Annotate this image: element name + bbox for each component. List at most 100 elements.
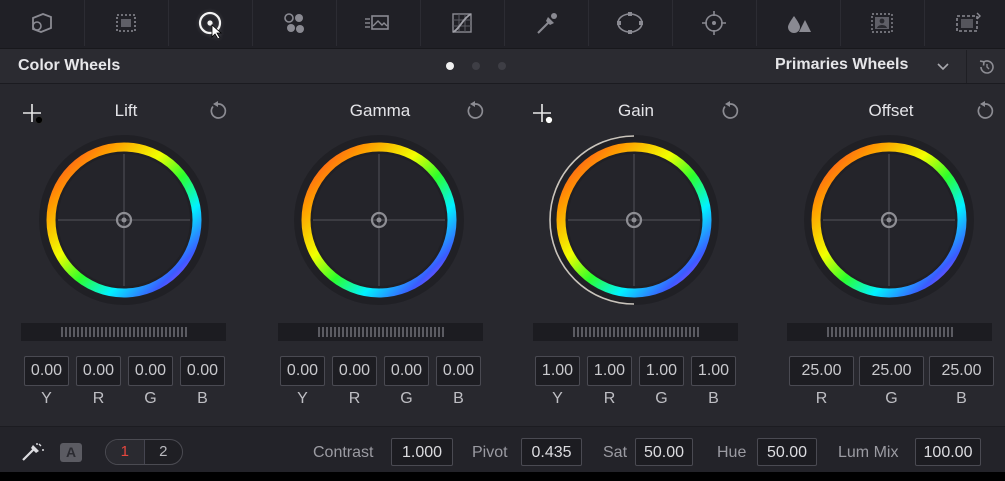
gamma-color-wheel[interactable] <box>293 134 465 306</box>
contrast-field[interactable]: 1.000 <box>391 438 453 466</box>
contrast-label: Contrast <box>313 444 374 461</box>
reset-icon[interactable] <box>974 100 996 122</box>
mode-dropdown[interactable]: Primaries Wheels <box>775 56 908 74</box>
caption-strip <box>0 472 1005 481</box>
gain-y-value[interactable]: 1.00 <box>535 356 580 386</box>
gamma-master-slider[interactable] <box>278 323 483 341</box>
blur-tool[interactable] <box>756 0 841 46</box>
qualifier-icon <box>537 13 557 34</box>
offset-r-value[interactable]: 25.00 <box>789 356 854 386</box>
lum-mix-label: Lum Mix <box>838 444 899 461</box>
channel-label: G <box>400 390 413 407</box>
palette-toolbar <box>0 0 1005 49</box>
tracker-icon <box>702 11 726 35</box>
color-match-icon <box>116 14 136 32</box>
lift-color-wheel[interactable] <box>38 134 210 306</box>
panel-header: Color Wheels Primaries Wheels <box>0 49 1005 84</box>
offset-wheel-group: Offset 25.00 25.00 25.00 R G B <box>765 84 1005 425</box>
gamma-y-value[interactable]: 0.00 <box>280 356 325 386</box>
color-wheels-tool[interactable] <box>168 0 253 46</box>
wheel-title-offset: Offset <box>868 101 914 120</box>
page-dot-2[interactable] <box>472 62 480 70</box>
window-icon <box>617 12 643 34</box>
reset-icon[interactable] <box>464 100 486 122</box>
color-wheels-icon <box>198 11 223 38</box>
gamma-wheel-group: Gamma 0.00 0.00 0.00 0.00 Y R G B <box>254 84 506 425</box>
channel-label: R <box>815 390 828 407</box>
channel-label: B <box>956 390 967 407</box>
reset-history-icon <box>979 59 994 74</box>
reset-all-button[interactable] <box>966 50 1005 83</box>
channel-label: B <box>708 390 719 407</box>
adjustment-page-toggle: 1 2 <box>105 439 183 465</box>
gamma-b-value[interactable]: 0.00 <box>436 356 481 386</box>
page-dots <box>446 62 506 70</box>
sizing-tool[interactable] <box>924 0 1005 46</box>
channel-label: Y <box>41 390 52 407</box>
channel-label: G <box>655 390 668 407</box>
curves-tool[interactable] <box>420 0 505 46</box>
key-icon <box>871 13 893 33</box>
rgb-mixer-icon <box>284 13 304 33</box>
channel-label: Y <box>297 390 308 407</box>
camera-raw-tool[interactable] <box>0 0 85 46</box>
reset-icon[interactable] <box>207 100 229 122</box>
channel-label: B <box>453 390 464 407</box>
gamma-r-value[interactable]: 0.00 <box>332 356 377 386</box>
adjustment-bar: A 1 2 Contrast 1.000 Pivot 0.435 Sat 50.… <box>0 426 1005 473</box>
camera-raw-icon <box>32 13 52 33</box>
sat-label: Sat <box>603 444 628 461</box>
pivot-field[interactable]: 0.435 <box>521 438 582 466</box>
lum-mix-field[interactable]: 100.00 <box>915 438 981 466</box>
gain-b-value[interactable]: 1.00 <box>691 356 736 386</box>
lift-g-value[interactable]: 0.00 <box>128 356 173 386</box>
channel-label: R <box>348 390 361 407</box>
lift-master-slider[interactable] <box>21 323 226 341</box>
gain-r-value[interactable]: 1.00 <box>587 356 632 386</box>
gamma-g-value[interactable]: 0.00 <box>384 356 429 386</box>
channel-label: Y <box>552 390 563 407</box>
gain-master-slider[interactable] <box>533 323 738 341</box>
wheels-area: Lift 0.00 0.00 0.00 0.00 Y R G B Gamma 0… <box>0 84 1005 425</box>
page-dot-3[interactable] <box>498 62 506 70</box>
lift-wheel-group: Lift 0.00 0.00 0.00 0.00 Y R G B <box>0 84 252 425</box>
hue-label: Hue <box>717 444 747 461</box>
window-tool[interactable] <box>588 0 673 46</box>
page-1-button[interactable]: 1 <box>106 440 144 464</box>
curves-icon <box>452 13 472 33</box>
page-dot-1[interactable] <box>446 62 454 70</box>
motion-effects-tool[interactable] <box>336 0 421 46</box>
gain-color-wheel[interactable] <box>548 134 720 306</box>
auto-balance-icon[interactable] <box>19 442 45 464</box>
lift-r-value[interactable]: 0.00 <box>76 356 121 386</box>
key-tool[interactable] <box>840 0 925 46</box>
channel-label: R <box>603 390 616 407</box>
lift-b-value[interactable]: 0.00 <box>180 356 225 386</box>
channel-label: B <box>197 390 208 407</box>
channel-label: G <box>144 390 157 407</box>
blur-icon <box>788 16 811 33</box>
channel-label: R <box>92 390 105 407</box>
page-2-button[interactable]: 2 <box>143 440 183 464</box>
tracker-tool[interactable] <box>672 0 757 46</box>
reset-icon[interactable] <box>719 100 741 122</box>
motion-effects-icon <box>365 15 389 30</box>
chevron-down-icon[interactable] <box>936 59 950 73</box>
offset-color-wheel[interactable] <box>803 134 975 306</box>
offset-master-slider[interactable] <box>787 323 992 341</box>
auto-color-button[interactable]: A <box>60 443 82 462</box>
hue-field[interactable]: 50.00 <box>757 438 817 466</box>
lift-y-value[interactable]: 0.00 <box>24 356 69 386</box>
gain-wheel-group: Gain 1.00 1.00 1.00 1.00 Y R G B <box>510 84 762 425</box>
channel-label: G <box>885 390 898 407</box>
rgb-mixer-tool[interactable] <box>252 0 337 46</box>
offset-g-value[interactable]: 25.00 <box>859 356 924 386</box>
panel-title: Color Wheels <box>18 57 121 74</box>
sat-field[interactable]: 50.00 <box>635 438 693 466</box>
qualifier-tool[interactable] <box>504 0 589 46</box>
offset-b-value[interactable]: 25.00 <box>929 356 994 386</box>
pivot-label: Pivot <box>472 444 508 461</box>
sizing-icon <box>956 12 981 32</box>
gain-g-value[interactable]: 1.00 <box>639 356 684 386</box>
color-match-tool[interactable] <box>84 0 169 46</box>
